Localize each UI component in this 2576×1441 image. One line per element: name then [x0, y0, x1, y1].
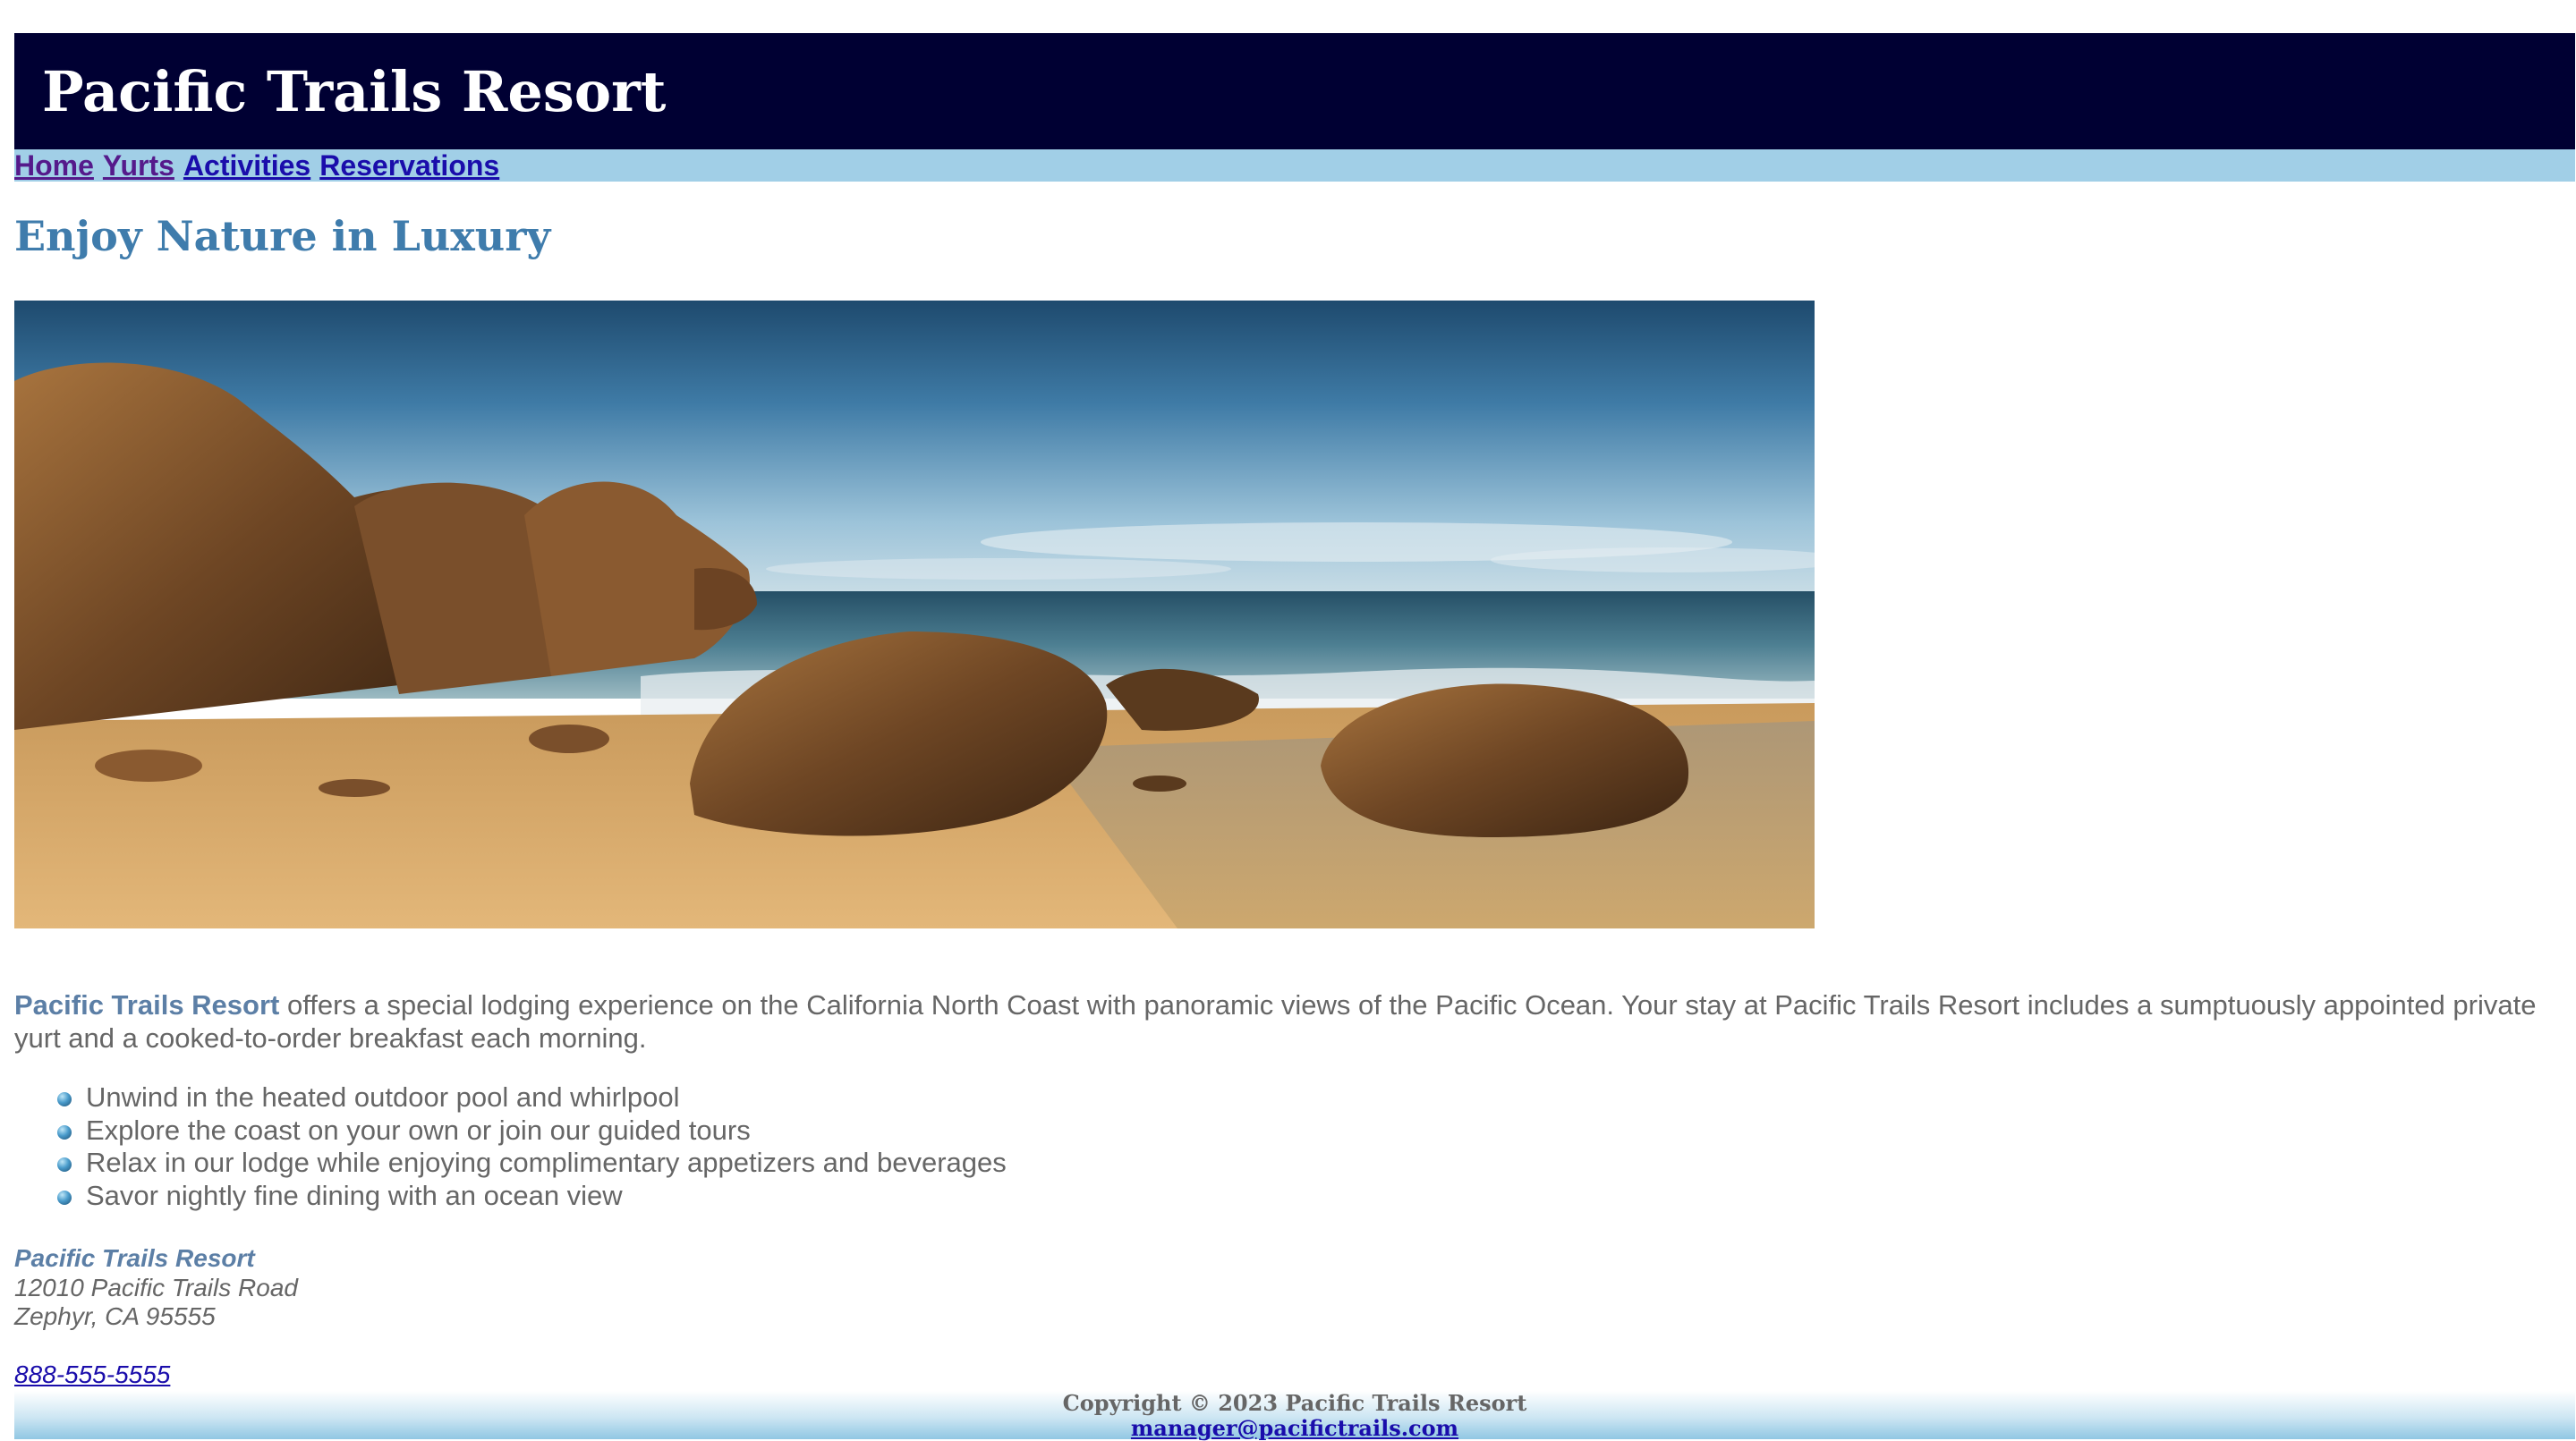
list-item: Relax in our lodge while enjoying compli… — [14, 1147, 1007, 1180]
intro-brand-name: Pacific Trails Resort — [14, 989, 280, 1021]
nav-link-activities[interactable]: Activities — [183, 149, 310, 182]
main-nav: Home Yurts Activities Reservations — [14, 149, 2575, 182]
nav-link-yurts[interactable]: Yurts — [103, 149, 174, 182]
bullet-icon — [57, 1092, 72, 1106]
hero-image-coastal-beach — [14, 301, 1815, 928]
site-title: Pacific Trails Resort — [42, 58, 667, 124]
page-wrapper: Pacific Trails Resort Home Yurts Activit… — [14, 33, 2575, 1441]
contact-name: Pacific Trails Resort — [14, 1244, 255, 1272]
page-heading: Enjoy Nature in Luxury — [14, 212, 551, 260]
bullet-icon — [57, 1190, 72, 1205]
intro-paragraph: Pacific Trails Resort offers a special l… — [14, 988, 2546, 1055]
contact-city: Zephyr, CA 95555 — [14, 1302, 216, 1330]
site-header: Pacific Trails Resort — [14, 33, 2575, 149]
contact-street: 12010 Pacific Trails Road — [14, 1273, 298, 1301]
features-list: Unwind in the heated outdoor pool and wh… — [14, 1081, 1007, 1212]
phone-link[interactable]: 888-555-5555 — [14, 1360, 298, 1390]
nav-link-home[interactable]: Home — [14, 149, 94, 182]
intro-text: offers a special lodging experience on t… — [14, 989, 2537, 1054]
list-item: Unwind in the heated outdoor pool and wh… — [14, 1081, 1007, 1115]
email-link[interactable]: manager@pacifictrails.com — [1131, 1415, 1458, 1441]
contact-address: Pacific Trails Resort 12010 Pacific Trai… — [14, 1244, 298, 1389]
list-item: Explore the coast on your own or join ou… — [14, 1115, 1007, 1148]
bullet-icon — [57, 1157, 72, 1172]
site-footer: Copyright © 2023 Pacific Trails Resort m… — [14, 1390, 2575, 1441]
nav-link-reservations[interactable]: Reservations — [319, 149, 499, 182]
bullet-icon — [57, 1124, 72, 1140]
list-item: Savor nightly fine dining with an ocean … — [14, 1180, 1007, 1213]
copyright-text: Copyright © 2023 Pacific Trails Resort — [1062, 1390, 1527, 1416]
